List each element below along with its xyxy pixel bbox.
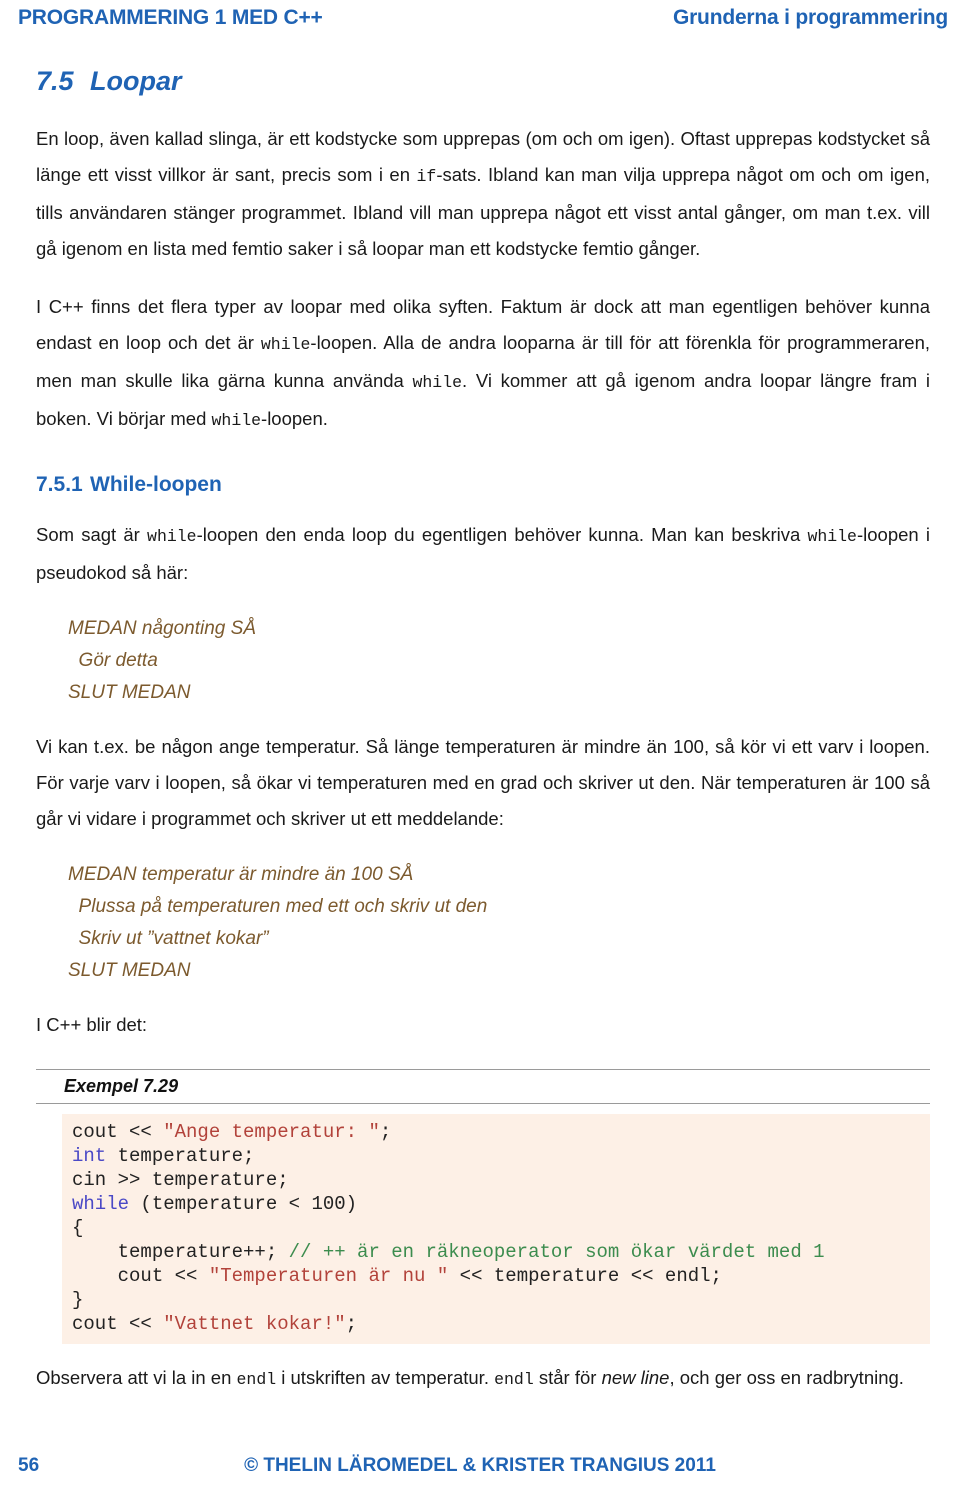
paragraph-closing: Observera att vi la in en endl i utskrif… <box>36 1360 930 1398</box>
inline-code-while: while <box>211 411 262 430</box>
code-token: ; <box>379 1121 392 1143</box>
paragraph-cpp-intro: I C++ blir det: <box>36 1014 148 1035</box>
text-run: -loopen den enda loop du egentligen behö… <box>196 524 808 545</box>
text-run: Som sagt är <box>36 524 148 545</box>
text-run: står för <box>533 1367 602 1388</box>
text-run: i utskriften av temperatur. <box>276 1367 495 1388</box>
code-line: } <box>72 1288 930 1312</box>
code-token: int <box>72 1145 107 1167</box>
code-listing: cout << "Ange temperatur: "; int temperat… <box>62 1114 930 1344</box>
code-line: cout << "Vattnet kokar!"; <box>72 1312 930 1336</box>
code-line: { <box>72 1216 930 1240</box>
page-content: 7.5 Loopar En loop, även kallad slinga, … <box>36 66 930 1398</box>
pseudocode-block-2: MEDAN temperatur är mindre än 100 SÅ Plu… <box>36 859 930 987</box>
code-line: cout << "Temperaturen är nu " << tempera… <box>72 1264 930 1288</box>
inline-code-while: while <box>260 335 311 354</box>
pseudocode-line: MEDAN temperatur är mindre än 100 SÅ <box>68 864 414 885</box>
code-token: cout << <box>72 1121 164 1143</box>
pseudocode-line: SLUT MEDAN <box>68 960 191 981</box>
code-token: cout << <box>72 1313 164 1335</box>
text-run: -loopen. <box>261 408 328 429</box>
pseudocode-line: Skriv ut ”vattnet kokar” <box>68 928 269 949</box>
pseudocode-block-1: MEDAN någonting SÅ Gör detta SLUT MEDAN <box>36 613 930 709</box>
pseudocode-line: Gör detta <box>68 650 158 671</box>
running-header-left: PROGRAMMERING 1 MED C++ <box>18 6 323 29</box>
code-token: temperature++; <box>72 1241 289 1263</box>
code-token: // ++ är en räkneoperator som ökar värde… <box>288 1241 825 1263</box>
pseudocode-line: MEDAN någonting SÅ <box>68 618 256 639</box>
text-run: , och ger oss en radbrytning. <box>669 1367 904 1388</box>
pseudocode-line: SLUT MEDAN <box>68 682 191 703</box>
code-token: "Ange temperatur: " <box>163 1121 380 1143</box>
code-token: << temperature << endl; <box>448 1265 722 1287</box>
inline-code-while: while <box>147 527 197 546</box>
inline-code-if: if <box>416 167 437 186</box>
code-token: { <box>72 1217 84 1239</box>
paragraph-subsection-intro: Som sagt är while-loopen den enda loop d… <box>36 517 930 591</box>
text-run: Observera att vi la in en <box>36 1367 237 1388</box>
code-token: "Vattnet kokar!" <box>163 1313 346 1335</box>
copyright-notice: © THELIN LÄROMEDEL & KRISTER TRANGIUS 20… <box>244 1455 716 1476</box>
paragraph-intro-1: En loop, även kallad slinga, är ett kods… <box>36 121 930 267</box>
subsection-heading: 7.5.1 While-loopen <box>36 473 930 497</box>
code-token: ; <box>345 1313 358 1335</box>
code-line: cout << "Ange temperatur: "; <box>72 1120 930 1144</box>
paragraph-temperature-explanation: Vi kan t.ex. be någon ange temperatur. S… <box>36 736 930 829</box>
example-rule-bottom <box>36 1103 930 1104</box>
example-block: Exempel 7.29 cout << "Ange temperatur: "… <box>36 1069 930 1344</box>
code-token: cout << <box>72 1265 209 1287</box>
inline-code-endl: endl <box>494 1370 534 1389</box>
code-line: temperature++; // ++ är en räkneoperator… <box>72 1240 930 1264</box>
subsection-number: 7.5.1 <box>36 473 83 496</box>
section-heading: 7.5 Loopar <box>36 66 930 97</box>
subsection-title: While-loopen <box>90 473 222 496</box>
code-token: cin >> temperature; <box>72 1169 289 1191</box>
emphasis-new-line: new line <box>601 1367 670 1388</box>
code-token: (temperature < 100) <box>129 1193 358 1215</box>
example-title: Exempel 7.29 <box>64 1076 179 1096</box>
pseudocode-line: Plussa på temperaturen med ett och skriv… <box>68 896 488 917</box>
section-number: 7.5 <box>36 66 74 96</box>
inline-code-while: while <box>412 373 463 392</box>
code-token: while <box>72 1193 130 1215</box>
inline-code-while: while <box>807 527 857 546</box>
paragraph-intro-2: I C++ finns det flera typer av loopar me… <box>36 289 930 439</box>
section-title: Loopar <box>90 66 182 96</box>
running-header-right: Grunderna i programmering <box>672 6 948 29</box>
code-token: temperature; <box>106 1145 255 1167</box>
code-token: "Temperaturen är nu " <box>208 1265 449 1287</box>
inline-code-endl: endl <box>236 1370 277 1389</box>
document-page: PROGRAMMERING 1 MED C++ Grunderna i prog… <box>0 0 960 1499</box>
page-footer: 56 © THELIN LÄROMEDEL & KRISTER TRANGIUS… <box>18 1455 942 1477</box>
running-header: PROGRAMMERING 1 MED C++ Grunderna i prog… <box>18 6 948 30</box>
code-line: cin >> temperature; <box>72 1168 930 1192</box>
code-token: } <box>72 1289 84 1311</box>
code-line: while (temperature < 100) <box>72 1192 930 1216</box>
code-line: int temperature; <box>72 1144 930 1168</box>
